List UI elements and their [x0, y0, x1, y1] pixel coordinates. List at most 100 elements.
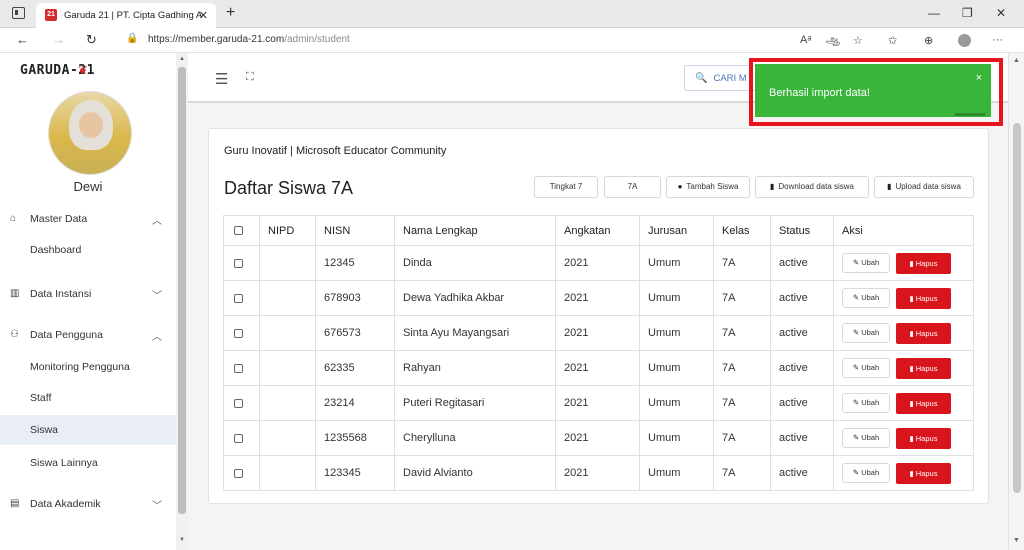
scroll-up-icon[interactable]: ▲: [179, 56, 185, 62]
scrollbar-thumb[interactable]: [1013, 123, 1021, 493]
url-field[interactable]: https://member.garuda-21.com/admin/stude…: [148, 34, 350, 45]
file-icon: ▮: [887, 182, 892, 191]
fullscreen-icon[interactable]: ⛶: [246, 71, 254, 84]
page-scrollbar[interactable]: ▲ ▼: [1008, 53, 1024, 550]
edit-button[interactable]: ✎ Ubah: [842, 323, 890, 343]
angkatan-cell: 2021: [555, 385, 640, 421]
status-cell: active: [770, 280, 834, 316]
edit-button[interactable]: ✎ Ubah: [842, 393, 890, 413]
delete-button[interactable]: ▮ Hapus: [896, 322, 951, 344]
select-all-checkbox[interactable]: [234, 226, 243, 236]
sidebar-item-dashboard[interactable]: Dashboard: [0, 235, 176, 265]
kelas-cell: 7A: [713, 245, 771, 281]
row-checkbox[interactable]: [234, 468, 243, 478]
jurusan-cell: Umum: [639, 385, 714, 421]
nama-cell: Sinta Ayu Mayangsari: [394, 315, 556, 351]
col-jurusan[interactable]: Jurusan: [639, 215, 714, 246]
student-list-card: Guru Inovatif | Microsoft Educator Commu…: [208, 128, 989, 504]
sidebar-item-data-instansi[interactable]: ▥ Data Instansi ﹀: [0, 279, 176, 309]
chevron-down-icon: ﹀: [152, 501, 162, 512]
success-toast: Berhasil import data! ×: [755, 64, 991, 117]
close-window-icon[interactable]: ✕: [996, 6, 1006, 20]
more-icon[interactable]: ···: [992, 34, 1003, 46]
download-students-button[interactable]: ▮ Download data siswa: [755, 176, 869, 198]
new-tab-icon[interactable]: +: [226, 4, 235, 22]
col-angkatan[interactable]: Angkatan: [555, 215, 640, 246]
read-aloud-icon[interactable]: Aᵃ: [800, 34, 811, 46]
sidebar-item-siswa-lainnya[interactable]: Siswa Lainnya: [0, 448, 176, 478]
sidebar-item-data-pengguna[interactable]: ⚇ Data Pengguna ︿: [0, 320, 176, 350]
add-favorite-icon[interactable]: ☆: [853, 34, 863, 47]
row-select-cell: [223, 420, 260, 456]
delete-button[interactable]: ▮ Hapus: [896, 357, 951, 379]
grade-filter[interactable]: Tingkat 7: [534, 176, 598, 198]
collections-icon[interactable]: ⊕: [924, 34, 933, 47]
delete-button[interactable]: ▮ Hapus: [896, 252, 951, 274]
scroll-down-icon[interactable]: ▼: [1013, 537, 1020, 544]
upload-students-button[interactable]: ▮ Upload data siswa: [874, 176, 974, 198]
menu-icon[interactable]: ☰: [215, 70, 228, 88]
edit-label: Ubah: [861, 258, 880, 267]
edit-button[interactable]: ✎ Ubah: [842, 428, 890, 448]
row-checkbox[interactable]: [234, 258, 243, 268]
translate-icon[interactable]: ஆ: [826, 34, 840, 48]
edit-button[interactable]: ✎ Ubah: [842, 288, 890, 308]
delete-button[interactable]: ▮ Hapus: [896, 462, 951, 484]
book-icon: ▤: [10, 498, 20, 509]
browser-tab[interactable]: 21 Garuda 21 | PT. Cipta Gadhing A ✕: [36, 3, 216, 28]
pencil-icon: ✎: [852, 328, 862, 337]
address-bar: ← → ↻ 🔒 https://member.garuda-21.com/adm…: [0, 28, 1024, 53]
chevron-up-icon: ︿: [152, 332, 162, 343]
user-icon: ⚇: [10, 329, 19, 340]
row-checkbox[interactable]: [234, 328, 243, 338]
sidebar-item-siswa[interactable]: Siswa: [0, 415, 176, 445]
row-select-cell: [223, 315, 260, 351]
col-nipd[interactable]: NIPD: [259, 215, 316, 246]
delete-button[interactable]: ▮ Hapus: [896, 392, 951, 414]
sidebar-item-staff[interactable]: Staff: [0, 383, 176, 413]
edit-button[interactable]: ✎ Ubah: [842, 253, 890, 273]
tab-actions-icon[interactable]: [12, 7, 25, 19]
scrollbar-thumb[interactable]: [178, 67, 186, 514]
row-select-cell: [223, 245, 260, 281]
col-kelas[interactable]: Kelas: [713, 215, 771, 246]
row-checkbox[interactable]: [234, 398, 243, 408]
minimize-icon[interactable]: —: [928, 6, 940, 20]
sidebar-item-monitoring-pengguna[interactable]: Monitoring Pengguna: [0, 352, 176, 382]
lock-icon[interactable]: 🔒: [126, 33, 138, 44]
forward-icon[interactable]: →: [52, 32, 65, 47]
add-student-button[interactable]: ● Tambah Siswa: [666, 176, 750, 198]
favorites-icon[interactable]: ✩: [888, 34, 897, 47]
nipd-cell: [259, 350, 316, 386]
scroll-down-icon[interactable]: ▼: [179, 537, 185, 543]
back-icon[interactable]: ←: [16, 32, 29, 47]
edit-button[interactable]: ✎ Ubah: [842, 463, 890, 483]
sidebar-scrollbar[interactable]: ▲ ▼: [176, 53, 188, 550]
close-icon[interactable]: ×: [976, 72, 982, 84]
row-checkbox[interactable]: [234, 433, 243, 443]
restore-icon[interactable]: ❐: [962, 6, 973, 20]
col-status[interactable]: Status: [770, 215, 834, 246]
close-tab-icon[interactable]: ✕: [199, 9, 208, 22]
delete-button[interactable]: ▮ Hapus: [896, 287, 951, 309]
col-nama[interactable]: Nama Lengkap: [394, 215, 556, 246]
edit-label: Ubah: [861, 363, 880, 372]
refresh-icon[interactable]: ↻: [86, 32, 97, 48]
scroll-up-icon[interactable]: ▲: [1013, 57, 1020, 64]
edit-button[interactable]: ✎ Ubah: [842, 358, 890, 378]
row-checkbox[interactable]: [234, 363, 243, 373]
profile-icon[interactable]: [958, 34, 971, 47]
sidebar-item-data-akademik[interactable]: ▤ Data Akademik ﹀: [0, 489, 176, 519]
pencil-icon: ✎: [852, 363, 862, 372]
class-filter[interactable]: 7A: [604, 176, 661, 198]
avatar: [48, 91, 132, 175]
table-row: 12345 Dinda 2021 Umum 7A active ✎ Ubah ▮ …: [223, 245, 974, 281]
col-nisn[interactable]: NISN: [315, 215, 395, 246]
row-checkbox[interactable]: [234, 293, 243, 303]
nipd-cell: [259, 455, 316, 491]
sidebar-item-master-data[interactable]: ⌂ Master Data ︿: [0, 204, 176, 234]
delete-button[interactable]: ▮ Hapus: [896, 427, 951, 449]
nama-cell: Cherylluna: [394, 420, 556, 456]
kelas-cell: 7A: [713, 455, 771, 491]
search-button[interactable]: 🔍 CARI M: [684, 65, 758, 91]
